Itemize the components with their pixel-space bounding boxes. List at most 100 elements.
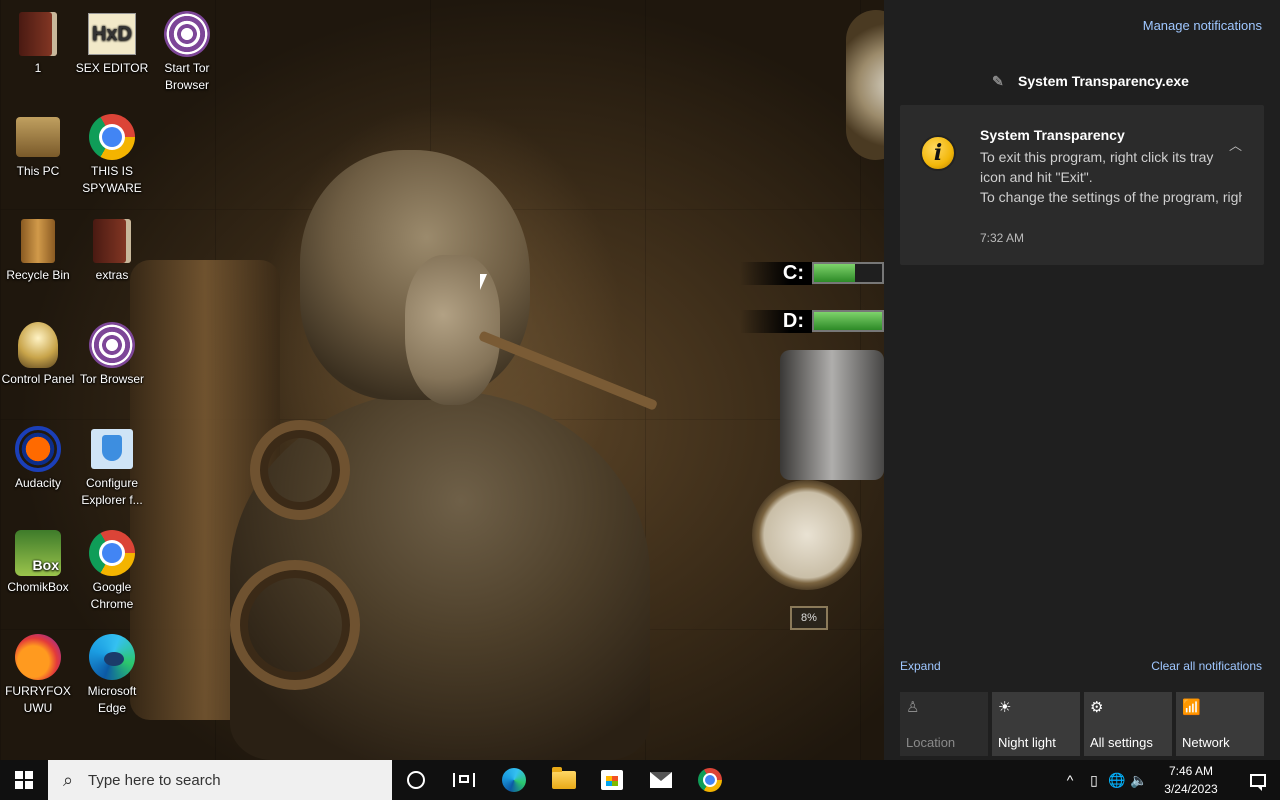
- quick-action-night-light[interactable]: ☀ Night light: [992, 692, 1080, 756]
- taskbar: ⌕ Type here to search ^ ▯ 🌐 🔈 7:46 AM 3/…: [0, 760, 1280, 800]
- book-icon: [93, 219, 131, 263]
- chrome-icon: [698, 768, 722, 792]
- desktop-icon-label: This PC: [16, 164, 60, 178]
- desktop-icon-google-chrome[interactable]: Google Chrome: [74, 529, 150, 613]
- drive-c-widget: C:: [740, 258, 884, 288]
- desktop-icon-microsoft-edge[interactable]: Microsoft Edge: [74, 633, 150, 717]
- desktop-icon-label: Google Chrome: [90, 580, 134, 611]
- notification-line-2: To change the settings of the program, r…: [980, 189, 1242, 205]
- desktop-icon-label: 1: [34, 61, 42, 75]
- taskbar-mail[interactable]: [637, 760, 685, 800]
- desktop-icon-label: Control Panel: [1, 372, 75, 386]
- tray-network-button[interactable]: 🌐: [1106, 760, 1128, 800]
- quick-action-label: Night light: [998, 735, 1056, 750]
- tray-app-icon[interactable]: ▯: [1084, 760, 1104, 800]
- recycle-bin-icon: [21, 219, 55, 263]
- book-icon: [19, 12, 57, 56]
- start-button[interactable]: [0, 760, 48, 800]
- chomikbox-icon: Box: [15, 530, 61, 576]
- desktop-icon-label: Audacity: [14, 476, 62, 490]
- chrome-icon: [89, 114, 135, 160]
- taskbar-chrome[interactable]: [686, 760, 734, 800]
- cortana-button[interactable]: [392, 760, 440, 800]
- desktop-icon-sex-editor[interactable]: HxD SEX EDITOR: [74, 10, 150, 77]
- desktop-icon-this-is-spyware[interactable]: THIS IS SPYWARE: [74, 113, 150, 197]
- notification-line-1: To exit this program, right click its tr…: [980, 149, 1214, 185]
- action-center-panel: Manage notifications ✎ System Transparen…: [884, 0, 1280, 760]
- pen-icon: ✎: [992, 73, 1004, 89]
- action-center-button[interactable]: [1236, 760, 1280, 800]
- drive-d-bar: [812, 310, 884, 332]
- desktop-icon-1[interactable]: 1: [0, 10, 76, 77]
- wallpaper-gear: [250, 420, 350, 520]
- notification-time: 7:32 AM: [980, 231, 1025, 245]
- show-hidden-icons-button[interactable]: ^: [1060, 760, 1080, 800]
- tor-icon: [164, 11, 210, 57]
- drive-c-fill: [814, 264, 855, 282]
- desktop-icon-recycle-bin[interactable]: Recycle Bin: [0, 217, 76, 284]
- store-icon: [601, 770, 623, 790]
- taskbar-edge[interactable]: [490, 760, 538, 800]
- gauge-value: 8%: [790, 606, 828, 630]
- notification-icon: [1250, 773, 1266, 791]
- drive-d-widget: D:: [740, 306, 884, 336]
- gear-icon: ⚙: [1090, 699, 1104, 716]
- desktop-icon-label: THIS IS SPYWARE: [82, 164, 142, 195]
- taskbar-file-explorer[interactable]: [540, 760, 588, 800]
- hxd-icon: HxD: [88, 13, 136, 55]
- desktop-icon-this-pc[interactable]: This PC: [0, 113, 76, 180]
- search-placeholder: Type here to search: [88, 771, 221, 789]
- location-icon: ♙: [906, 699, 920, 716]
- desktop-icon-label: Recycle Bin: [6, 268, 70, 282]
- clear-all-notifications-link[interactable]: Clear all notifications: [1151, 659, 1262, 673]
- clock-date: 3/24/2023: [1164, 782, 1218, 796]
- info-icon: i: [920, 135, 956, 171]
- quick-action-location[interactable]: ♙ Location: [900, 692, 988, 756]
- quick-action-network[interactable]: 📶 Network: [1176, 692, 1264, 756]
- desktop-icon-tor-browser[interactable]: Tor Browser: [74, 321, 150, 388]
- tray-volume-button[interactable]: 🔈: [1128, 760, 1150, 800]
- drive-c-label: C:: [740, 261, 812, 285]
- wallpaper-pipes: [780, 350, 884, 480]
- quick-action-all-settings[interactable]: ⚙ All settings: [1084, 692, 1172, 756]
- desktop-icon-control-panel[interactable]: Control Panel: [0, 321, 76, 388]
- desktop-icon-label: Tor Browser: [79, 372, 144, 386]
- clock-widget: [846, 10, 884, 160]
- globe-icon: 🌐: [1108, 771, 1126, 788]
- computer-icon: [16, 117, 60, 157]
- task-view-icon: [453, 773, 475, 787]
- network-icon: 📶: [1182, 699, 1201, 716]
- lightbulb-icon: [18, 322, 58, 368]
- desktop-icon-configure-explorer[interactable]: Configure Explorer f...: [74, 425, 150, 509]
- mail-icon: [650, 772, 672, 788]
- audacity-icon: [15, 426, 61, 472]
- edge-icon: [89, 634, 135, 680]
- taskbar-clock[interactable]: 7:46 AM 3/24/2023: [1150, 762, 1232, 798]
- desktop-icon-label: Microsoft Edge: [87, 684, 137, 715]
- quick-action-label: All settings: [1090, 735, 1153, 750]
- clock-time: 7:46 AM: [1168, 764, 1214, 778]
- cpu-gauge-widget: [752, 480, 862, 590]
- desktop-icon-label: Configure Explorer f...: [81, 476, 143, 507]
- edge-icon: [502, 768, 526, 792]
- drive-d-fill: [814, 312, 882, 330]
- desktop-icon-chomikbox[interactable]: Box ChomikBox: [0, 529, 76, 596]
- manage-notifications-link[interactable]: Manage notifications: [1143, 18, 1262, 33]
- collapse-chevron-icon[interactable]: ︿: [1229, 135, 1242, 154]
- quick-action-label: Location: [906, 735, 956, 750]
- expand-quick-actions-link[interactable]: Expand: [900, 659, 941, 673]
- chrome-icon: [89, 530, 135, 576]
- desktop-icon-start-tor-browser[interactable]: Start Tor Browser: [149, 10, 225, 94]
- desktop-icon-audacity[interactable]: Audacity: [0, 425, 76, 492]
- notification-title: System Transparency: [980, 127, 1125, 143]
- desktop-icon-extras[interactable]: extras: [74, 217, 150, 284]
- taskbar-store[interactable]: [588, 760, 636, 800]
- drive-c-bar: [812, 262, 884, 284]
- chevron-up-icon: ^: [1066, 772, 1074, 788]
- task-view-button[interactable]: [440, 760, 488, 800]
- desktop-icon-furryfox-uwu[interactable]: FURRYFOX UWU: [0, 633, 76, 717]
- desktop-icon-label: Start Tor Browser: [164, 61, 210, 92]
- desktop-icon-label: ChomikBox: [7, 580, 69, 594]
- taskbar-search-box[interactable]: ⌕ Type here to search: [48, 760, 392, 800]
- notification-card[interactable]: i System Transparency To exit this progr…: [900, 105, 1264, 265]
